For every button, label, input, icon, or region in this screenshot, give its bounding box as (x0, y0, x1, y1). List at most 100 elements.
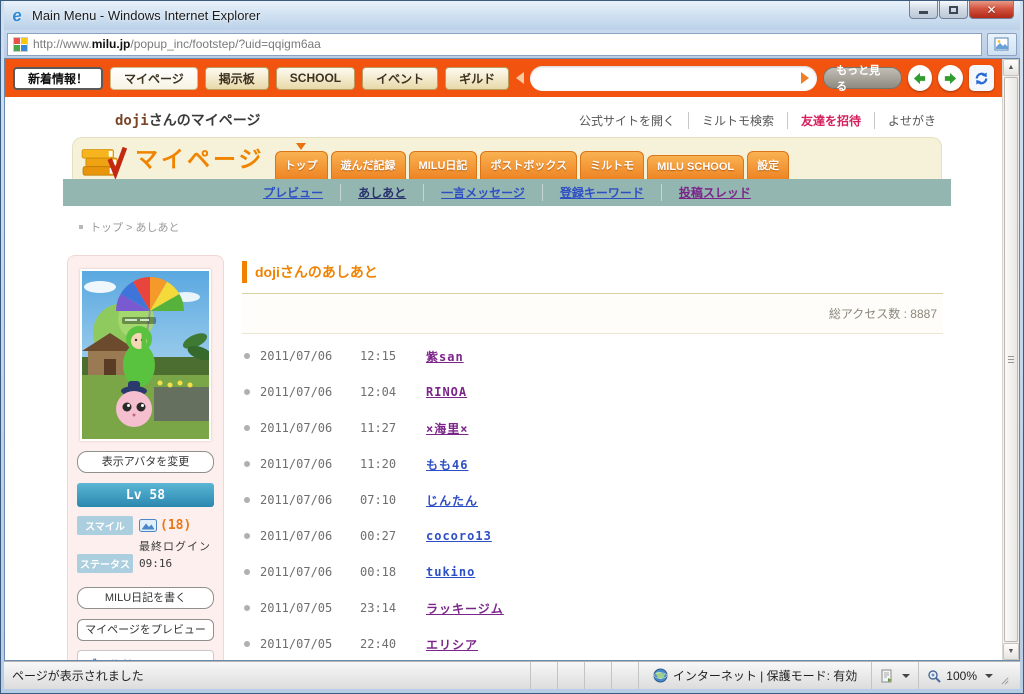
status-segment (584, 662, 611, 689)
visitor-name-link[interactable]: ラッキージム (426, 600, 504, 617)
yosegaki-link[interactable]: よせがき (875, 112, 936, 129)
smile-count: (18) (160, 518, 191, 533)
visitor-name-link[interactable]: 紫san (426, 348, 464, 365)
change-avatar-button[interactable]: 表示アバタを変更 (77, 451, 214, 473)
avatar-image (80, 269, 211, 441)
visitor-name-link[interactable]: tukino (426, 565, 475, 579)
invite-friends-link[interactable]: 友達を招待 (788, 112, 875, 129)
nav-board-button[interactable]: 掲示板 (205, 67, 269, 90)
status-segment (611, 662, 638, 689)
maximize-icon (949, 6, 958, 14)
close-button[interactable]: ✕ (969, 1, 1014, 19)
tab-postbox[interactable]: ポストボックス (480, 151, 577, 179)
visit-time: 00:27 (360, 529, 406, 543)
tab-play-record[interactable]: 遊んだ記録 (331, 151, 406, 179)
url-domain: milu.jp (92, 37, 131, 51)
subnav-footsteps-link[interactable]: あしあと (341, 184, 424, 201)
last-login-label: 最終ログイン (139, 538, 214, 554)
gold-label: ゴールド (85, 658, 133, 660)
last-login-time: 09:16 (139, 557, 214, 570)
nav-mypage-button[interactable]: マイページ (110, 67, 198, 90)
nav-school-button[interactable]: SCHOOL (276, 67, 355, 90)
news-ticker[interactable] (530, 66, 817, 91)
open-official-site-link[interactable]: 公式サイトを開く (566, 112, 689, 129)
visitor-name-link[interactable]: RINOA (426, 385, 467, 399)
compatibility-button[interactable] (871, 662, 918, 689)
visit-date: 2011/07/05 (260, 637, 346, 651)
nav-news-button[interactable]: 新着情報！ (13, 67, 103, 90)
nav-event-button[interactable]: イベント (362, 67, 438, 90)
vertical-scrollbar[interactable]: ▲ ▼ (1002, 59, 1019, 660)
visit-time: 00:18 (360, 565, 406, 579)
write-diary-button[interactable]: MILU日記を書く (77, 587, 214, 609)
mypage-logo-text: マイページ (135, 140, 265, 174)
visit-time: 22:40 (360, 637, 406, 651)
zoom-level: 100% (946, 669, 977, 683)
ticker-right-arrow-icon (801, 72, 809, 84)
visit-date: 2011/07/05 (260, 601, 346, 615)
footsteps-panel: dojiさんのあしあと 総アクセス数 : 8887 2011/07/06 12:… (242, 255, 943, 660)
ticker-left-arrow-icon[interactable] (516, 72, 524, 84)
status-bar: ページが表示されました インターネット | 保護モード: 有効 (4, 661, 1020, 689)
visitor-name-link[interactable]: じんたん (426, 492, 478, 509)
close-icon: ✕ (986, 3, 996, 17)
bullet-icon (244, 461, 250, 467)
status-segment (557, 662, 584, 689)
minimize-button[interactable] (909, 1, 938, 19)
page-action-button[interactable] (987, 33, 1017, 56)
nav-guild-button[interactable]: ギルド (445, 67, 509, 90)
forward-button[interactable] (938, 65, 963, 91)
mirutomo-search-link[interactable]: ミルトモ検索 (689, 112, 788, 129)
tab-milu-school[interactable]: MILU SCHOOL (647, 155, 744, 179)
scrollbar-thumb[interactable] (1004, 77, 1018, 642)
breadcrumb-bullet-icon (79, 225, 83, 229)
visit-time: 11:20 (360, 457, 406, 471)
tab-settings[interactable]: 設定 (747, 151, 789, 179)
browser-viewport: 新着情報！ マイページ 掲示板 SCHOOL イベント ギルド もっと見る (4, 58, 1020, 661)
subnav-message-link[interactable]: 一言メッセージ (424, 184, 543, 201)
visit-date: 2011/07/06 (260, 529, 346, 543)
gold-panel: ゴールド (77, 650, 214, 660)
subnav-keywords-link[interactable]: 登録キーワード (543, 184, 662, 201)
back-button[interactable] (908, 65, 933, 91)
url-input[interactable]: http://www.milu.jp/popup_inc/footstep/?u… (7, 33, 982, 56)
bullet-icon (244, 425, 250, 431)
bullet-icon (244, 605, 250, 611)
visit-date: 2011/07/06 (260, 493, 346, 507)
visitor-name-link[interactable]: もも46 (426, 456, 468, 473)
visitor-name-link[interactable]: cocoro13 (426, 529, 492, 543)
tab-top[interactable]: トップ (275, 151, 328, 179)
compatibility-icon (880, 669, 894, 683)
scroll-up-button[interactable]: ▲ (1003, 59, 1019, 76)
active-tab-marker-icon (296, 143, 306, 150)
preview-mypage-button[interactable]: マイページをプレビュー (77, 619, 214, 641)
window-title: Main Menu - Windows Internet Explorer (32, 8, 260, 23)
more-button[interactable]: もっと見る (823, 67, 901, 89)
subnav-preview-link[interactable]: プレビュー (246, 184, 341, 201)
page-header: doji さんのマイページ 公式サイトを開く ミルトモ検索 友達を招待 よせがき (5, 97, 1002, 137)
footsteps-list: 2011/07/06 12:15 紫san 2011/07/06 12:04 R… (242, 334, 943, 660)
visitor-name-link[interactable]: ×海里× (426, 420, 468, 437)
tab-mirutomo[interactable]: ミルトモ (580, 151, 644, 179)
books-logo-icon (79, 141, 129, 179)
status-segment (530, 662, 557, 689)
tab-milu-diary[interactable]: MILU日記 (409, 151, 478, 179)
subnav-threads-link[interactable]: 投稿スレッド (662, 184, 768, 201)
forward-arrow-icon (943, 71, 958, 86)
maximize-button[interactable] (939, 1, 968, 19)
visitor-name-link[interactable]: エリシア (426, 636, 478, 653)
visit-time: 23:14 (360, 601, 406, 615)
username: doji (115, 113, 149, 129)
scroll-down-button[interactable]: ▼ (1003, 643, 1019, 660)
internet-zone-globe-icon (653, 668, 668, 683)
smile-rank-icon (139, 519, 157, 532)
smile-label: スマイル (77, 516, 133, 535)
visit-date: 2011/07/06 (260, 385, 346, 399)
milu-top-nav: 新着情報！ マイページ 掲示板 SCHOOL イベント ギルド もっと見る (5, 59, 1002, 97)
page-icon (994, 37, 1010, 51)
refresh-button[interactable] (969, 65, 994, 91)
zoom-control[interactable]: 100% (918, 662, 1020, 689)
minimize-icon (919, 11, 928, 14)
security-zone: インターネット | 保護モード: 有効 (638, 662, 871, 689)
access-count: 総アクセス数 : 8887 (242, 294, 943, 334)
